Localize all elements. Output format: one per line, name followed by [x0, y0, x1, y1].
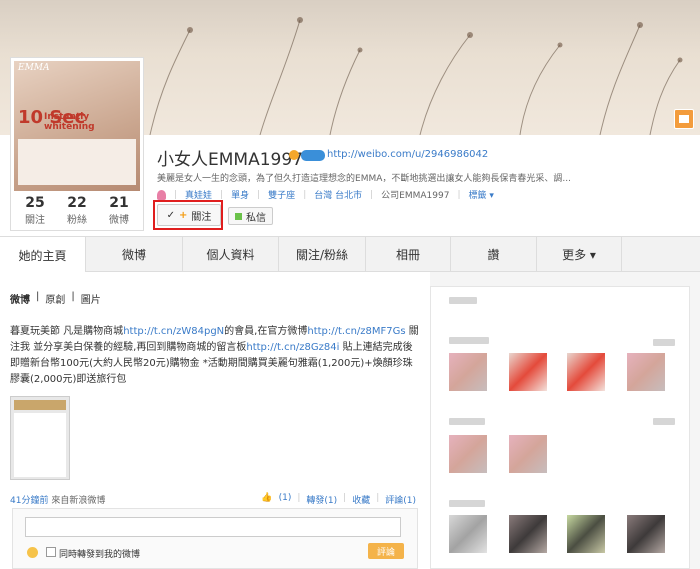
follower-avatar[interactable] [449, 515, 487, 553]
profile-description: 美麗是女人一生的念頭，為了但久打造這理想念的EMMA，不斷地挑選出讓女人能夠長保… [157, 174, 571, 184]
stat-followers[interactable]: 22 粉絲 [67, 195, 87, 226]
blurred-heading [449, 337, 489, 344]
follower-avatar[interactable] [567, 353, 605, 391]
post-text-segment: 的會員,在官方微博 [224, 326, 308, 337]
emoji-icon[interactable] [27, 547, 38, 558]
tab-album[interactable]: 相冊 [366, 237, 451, 272]
business-card-icon[interactable] [674, 109, 694, 129]
divider: | [174, 189, 178, 200]
follower-avatar[interactable] [567, 515, 605, 553]
follower-avatar[interactable] [509, 515, 547, 553]
plus-icon: + [179, 209, 188, 221]
blurred-more-link[interactable] [653, 339, 675, 346]
like-icon[interactable]: 👍 [261, 493, 272, 506]
avatar-logo: EMMA [18, 63, 50, 73]
follow-label: 關注 [191, 211, 212, 223]
tags-dropdown[interactable]: 標籤 ▾ [468, 188, 493, 201]
meta-tag-link[interactable]: 雙子座 [268, 188, 295, 201]
stat-label: 關注 [25, 215, 45, 226]
divider: | [457, 189, 461, 200]
avatar[interactable]: EMMA 10 Sec Instantly whitening [14, 61, 140, 191]
stat-number: 22 [67, 195, 87, 211]
follower-avatar[interactable] [509, 353, 547, 391]
tab-weibo[interactable]: 微博 [86, 237, 183, 272]
follow-button[interactable]: ✓ + 關注 [157, 204, 221, 226]
image-body [14, 413, 66, 477]
avatar-subtitle: Instantly whitening [44, 112, 95, 132]
divider: | [220, 189, 224, 200]
follower-avatar[interactable] [509, 435, 547, 473]
blurred-heading [449, 418, 485, 425]
profile-url-link[interactable]: http://weibo.com/u/2946986042 [327, 149, 488, 160]
collect-button[interactable]: 收藏 [352, 493, 370, 506]
check-icon: ✓ [166, 209, 175, 221]
tab-home[interactable]: 她的主頁 [0, 237, 86, 273]
profile-stats: 25 關注 22 粉絲 21 微博 [14, 195, 140, 226]
stat-number: 21 [109, 195, 129, 211]
message-label: 私信 [246, 212, 266, 224]
like-count[interactable]: (1) [279, 493, 292, 506]
feed-filter-tabs: 微博 | 原創 | 圖片 [10, 291, 101, 306]
stat-label: 粉絲 [67, 215, 87, 226]
filter-images[interactable]: 圖片 [81, 291, 101, 306]
post-text: 暮夏玩美節 凡是購物商城http://t.cn/zW84pgN的會員,在官方微博… [10, 324, 420, 388]
meta-tag-link[interactable]: 單身 [231, 188, 249, 201]
follower-avatar[interactable] [627, 515, 665, 553]
divider: | [36, 291, 40, 302]
feed-panel: 微博 | 原創 | 圖片 暮夏玩美節 凡是購物商城http://t.cn/zW8… [0, 272, 430, 569]
post-meta: 41分鐘前 來自新浪微博 [10, 493, 105, 506]
blurred-heading [449, 500, 485, 507]
stat-label: 微博 [109, 215, 129, 226]
divider: | [343, 493, 347, 503]
post-actions: 👍 (1) | 轉發(1) | 收藏 | 評論(1) [261, 493, 416, 506]
forward-checkbox-label: 同時轉發到我的微博 [59, 550, 141, 560]
comment-button[interactable]: 評論(1) [385, 493, 416, 506]
follower-avatar[interactable] [627, 353, 665, 391]
filter-original[interactable]: 原創 [45, 291, 65, 306]
stat-following[interactable]: 25 關注 [25, 195, 45, 226]
tab-profile[interactable]: 個人資料 [183, 237, 279, 272]
tab-follow-fans[interactable]: 關注/粉絲 [279, 237, 366, 272]
message-button[interactable]: 私信 [228, 207, 273, 225]
message-icon [235, 212, 242, 220]
submit-comment-button[interactable]: 評論 [368, 543, 404, 559]
post-link[interactable]: http://t.cn/z8Gz84i [246, 342, 339, 353]
avatar-product-strip [18, 139, 136, 185]
stat-number: 25 [25, 195, 45, 211]
tab-more[interactable]: 更多 ▾ [537, 237, 622, 272]
domain-tag-icon [301, 150, 325, 161]
post-link[interactable]: http://t.cn/zW84pgN [123, 326, 224, 337]
follower-avatar[interactable] [449, 435, 487, 473]
post-source: 來自新浪微博 [51, 496, 106, 506]
female-gender-icon [157, 189, 166, 200]
post-image-thumbnail[interactable] [10, 396, 70, 480]
divider: | [376, 493, 380, 503]
profile-tabs: 她的主頁 微博 個人資料 關注/粉絲 相冊 讚 更多 ▾ [0, 236, 700, 273]
follower-avatar[interactable] [449, 353, 487, 391]
profile-avatar-card: EMMA 10 Sec Instantly whitening 25 關注 22… [10, 57, 144, 231]
stat-posts[interactable]: 21 微博 [109, 195, 129, 226]
meta-location-link[interactable]: 台灣 台北市 [314, 188, 362, 201]
divider: | [303, 189, 307, 200]
filter-all[interactable]: 微博 [10, 291, 30, 306]
comment-box: 同時轉發到我的微博 評論 [12, 508, 418, 569]
divider: | [71, 291, 75, 302]
post-text-segment: 暮夏玩美節 凡是購物商城 [10, 326, 124, 337]
divider: | [297, 493, 301, 503]
post-link[interactable]: http://t.cn/z8MF7Gs [307, 326, 405, 337]
meta-company: 公司EMMA1997 [381, 191, 450, 201]
post-time[interactable]: 41分鐘前 [10, 496, 48, 506]
blurred-more-link[interactable] [653, 418, 675, 425]
blurred-heading [449, 297, 477, 304]
divider: | [257, 189, 261, 200]
profile-name: 小女人EMMA1997 [157, 150, 303, 170]
vip-badge-icon [289, 150, 299, 160]
tab-likes[interactable]: 讚 [451, 237, 537, 272]
forward-button[interactable]: 轉發(1) [306, 493, 337, 506]
divider: | [370, 189, 374, 200]
forward-checkbox[interactable] [46, 547, 56, 557]
image-header [14, 400, 66, 410]
comment-input[interactable] [25, 517, 401, 537]
side-panel [430, 286, 690, 569]
